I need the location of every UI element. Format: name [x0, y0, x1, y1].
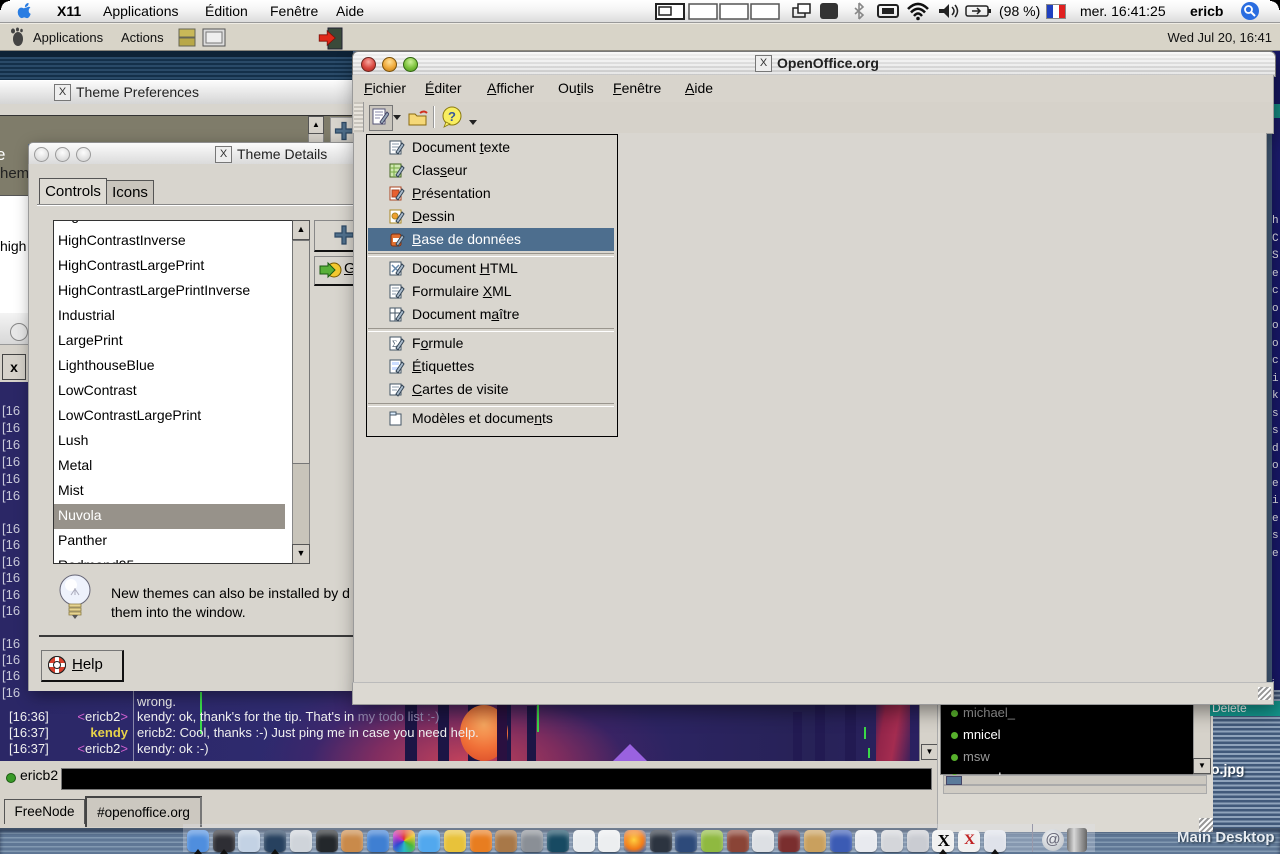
svg-text:?: ?	[448, 109, 456, 124]
